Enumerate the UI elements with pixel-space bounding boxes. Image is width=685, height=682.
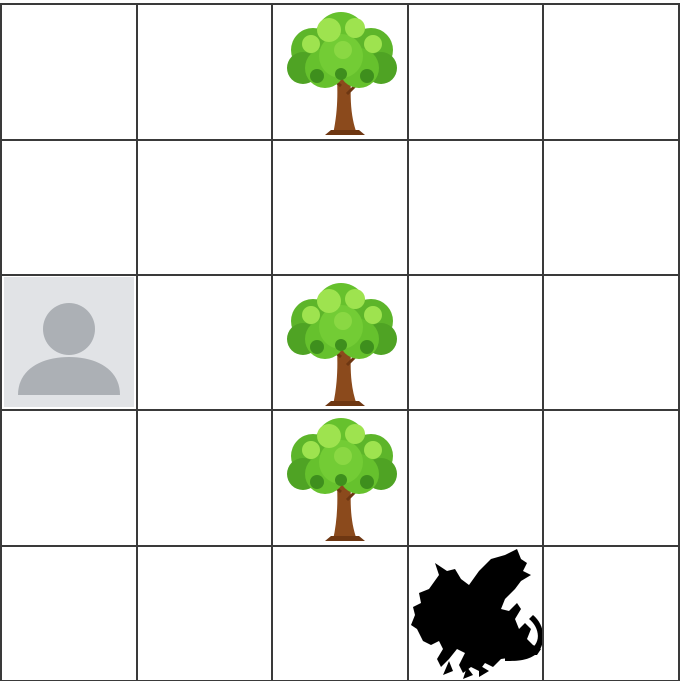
board-cell-r2-c4[interactable] [407,139,542,274]
board-cell-r3-c2[interactable] [136,274,271,409]
board-cell-r5-c1[interactable] [0,545,136,680]
board-cell-r4-c1[interactable] [0,409,136,545]
board-cell-r3-c5[interactable] [542,274,678,409]
board-cell-r4-c3[interactable] [271,409,407,545]
board-cell-r3-c1[interactable] [0,274,136,409]
board-cell-r5-c5[interactable] [542,545,678,680]
board-cell-r1-c4[interactable] [407,3,542,139]
board-cell-r4-c4[interactable] [407,409,542,545]
board-cell-r2-c5[interactable] [542,139,678,274]
board-cell-r5-c4[interactable] [407,545,544,680]
board-cell-r4-c5[interactable] [542,409,678,545]
board-cell-r2-c1[interactable] [0,139,136,274]
user-avatar-icon [4,277,134,407]
board-cell-r2-c2[interactable] [136,139,271,274]
board-cell-r4-c2[interactable] [136,409,271,545]
board-cell-r3-c4[interactable] [407,274,542,409]
board-cell-r1-c1[interactable] [0,3,136,139]
board-cell-r5-c3[interactable] [271,545,407,680]
board-cell-r2-c3[interactable] [271,139,407,274]
board-cell-r5-c2[interactable] [136,545,271,680]
board-cell-r1-c2[interactable] [136,3,271,139]
game-board [0,3,680,681]
board-cell-r3-c3[interactable] [271,274,407,409]
board-grid [0,3,680,681]
board-cell-r1-c5[interactable] [542,3,678,139]
board-cell-r1-c3[interactable] [271,3,407,139]
